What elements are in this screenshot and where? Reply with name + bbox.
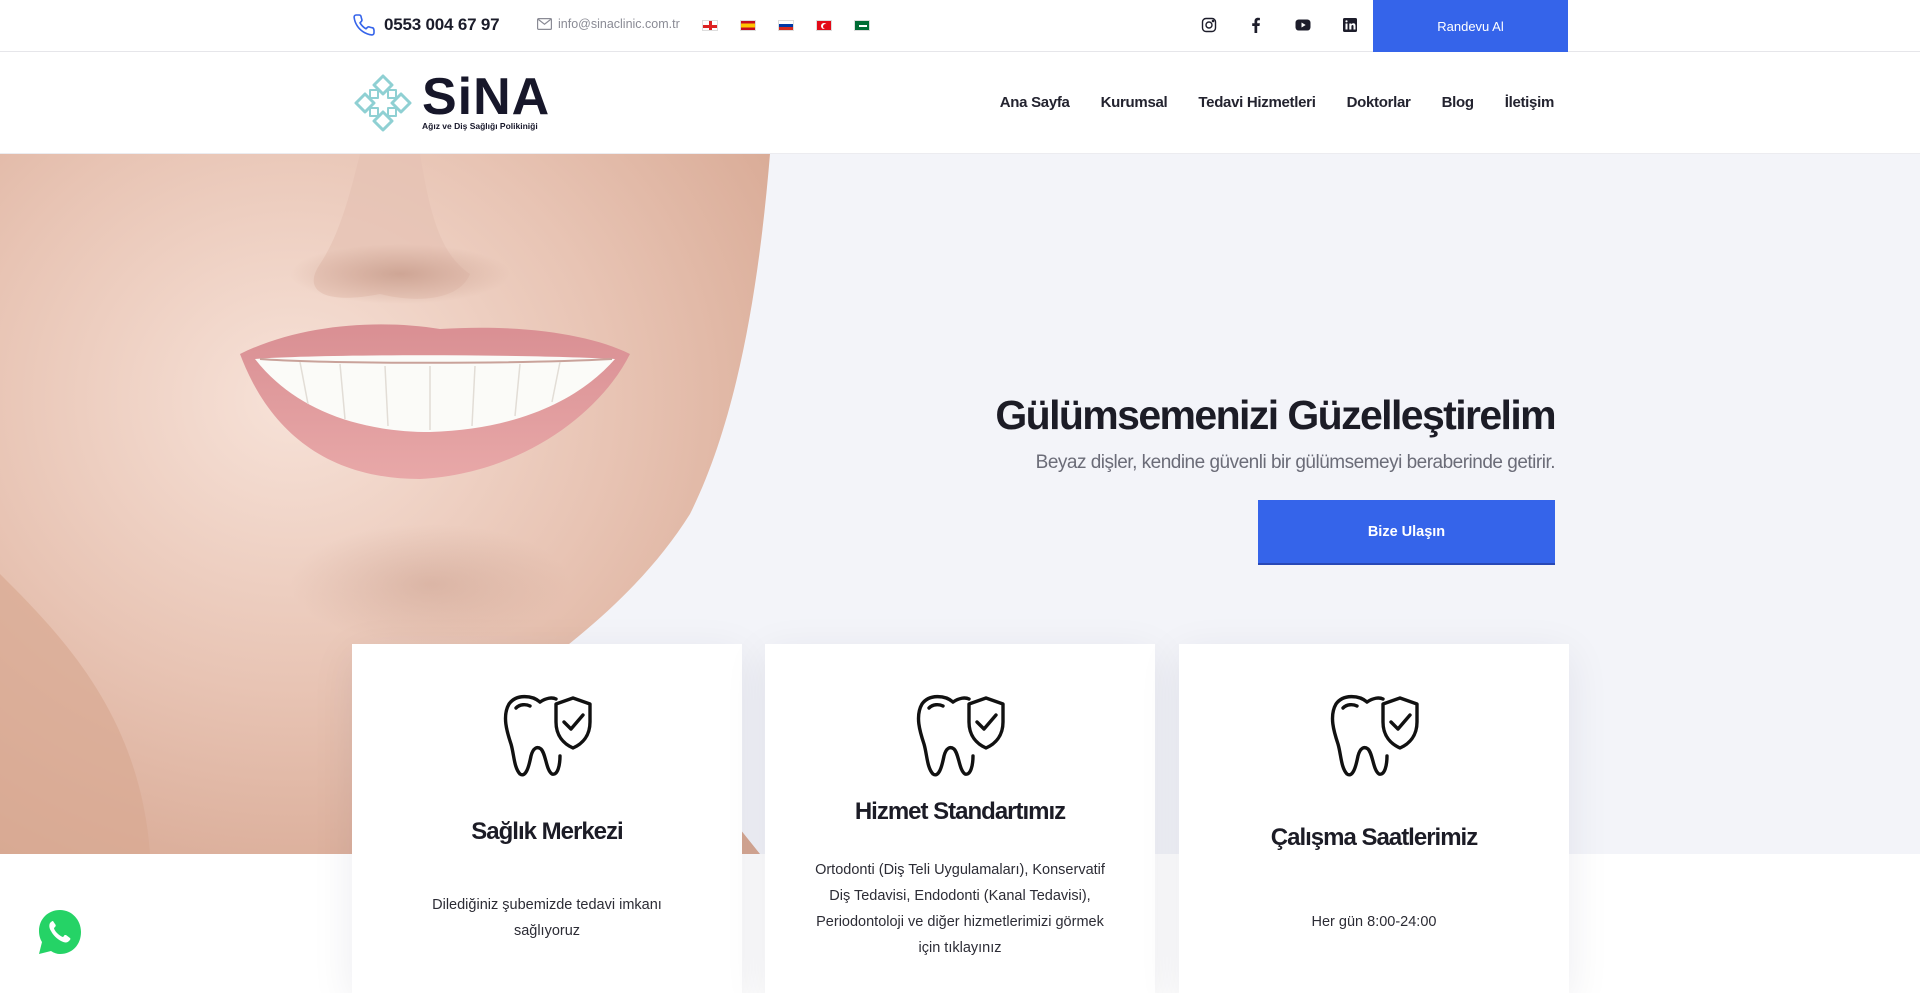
contact-us-button[interactable]: Bize Ulaşın	[1258, 500, 1555, 563]
top-bar: 0553 004 67 97 info@sinaclinic.com.tr Ra…	[0, 0, 1920, 52]
turkish-flag[interactable]	[816, 20, 832, 31]
russian-flag[interactable]	[778, 20, 794, 31]
nav-item-blog[interactable]: Blog	[1442, 94, 1474, 111]
hero-subtitle: Beyaz dişler, kendine güvenli bir gülüms…	[1035, 452, 1556, 473]
instagram-icon[interactable]	[1185, 13, 1232, 37]
nav-item-kurumsal[interactable]: Kurumsal	[1101, 94, 1168, 111]
email-address[interactable]: info@sinaclinic.com.tr	[558, 17, 680, 31]
logo-subtitle: Ağız ve Diş Sağlığı Polikiniği	[422, 121, 538, 131]
card-text: Ortodonti (Diş Teli Uygulamaları), Konse…	[815, 862, 1105, 956]
card-title: Çalışma Saatlerimiz	[1270, 824, 1478, 851]
main-header: SiNA Ağız ve Diş Sağlığı Polikiniği Ana …	[0, 52, 1920, 154]
phone-icon	[353, 14, 375, 36]
arabic-flag[interactable]	[854, 20, 870, 31]
card-text: Her gün 8:00-24:00	[1311, 914, 1437, 930]
card-hizmet-standartimiz[interactable]: Hizmet Standartımız Ortodonti (Diş Teli …	[765, 644, 1155, 993]
card-title: Sağlık Merkezi	[471, 818, 623, 845]
nav-item-tedavi-hizmetleri[interactable]: Tedavi Hizmetleri	[1198, 94, 1315, 111]
logo-wordmark: SiNA	[422, 68, 551, 126]
email-contact[interactable]: info@sinaclinic.com.tr	[537, 17, 680, 31]
card-saglik-merkezi[interactable]: Sağlık Merkezi Dilediğiniz şubemizde ted…	[352, 644, 742, 993]
tooth-shield-icon	[916, 694, 1005, 777]
logo[interactable]: SiNA Ağız ve Diş Sağlığı Polikiniği	[352, 68, 552, 136]
nav-item-doktorlar[interactable]: Doktorlar	[1347, 94, 1411, 111]
card-title: Hizmet Standartımız	[854, 798, 1066, 825]
nav-item-iletisim[interactable]: İletişim	[1505, 94, 1555, 111]
english-flag[interactable]	[702, 20, 718, 31]
linkedin-icon[interactable]	[1326, 13, 1373, 37]
mail-icon	[537, 18, 552, 30]
youtube-icon[interactable]	[1279, 13, 1326, 37]
tooth-shield-icon	[1330, 694, 1419, 777]
social-links	[1185, 13, 1373, 37]
spanish-flag[interactable]	[740, 20, 756, 31]
card-text: Dilediğiniz şubemizde tedavi imkanı sağl…	[432, 897, 662, 939]
tooth-shield-icon	[503, 694, 592, 777]
phone-number[interactable]: 0553 004 67 97	[384, 15, 500, 35]
facebook-icon[interactable]	[1232, 13, 1279, 37]
phone-contact[interactable]: 0553 004 67 97	[352, 13, 500, 37]
card-calisma-saatlerimiz[interactable]: Çalışma Saatlerimiz Her gün 8:00-24:00	[1179, 644, 1569, 993]
nav-item-ana-sayfa[interactable]: Ana Sayfa	[1000, 94, 1070, 111]
main-nav: Ana Sayfa Kurumsal Tedavi Hizmetleri Dok…	[1000, 94, 1555, 111]
whatsapp-icon[interactable]	[36, 908, 84, 956]
appointment-button[interactable]: Randevu Al	[1373, 0, 1568, 52]
language-switcher	[702, 20, 870, 31]
hero-title: Gülümsemenizi Güzelleştirelim	[995, 392, 1556, 438]
logo-mark-icon	[354, 74, 412, 132]
